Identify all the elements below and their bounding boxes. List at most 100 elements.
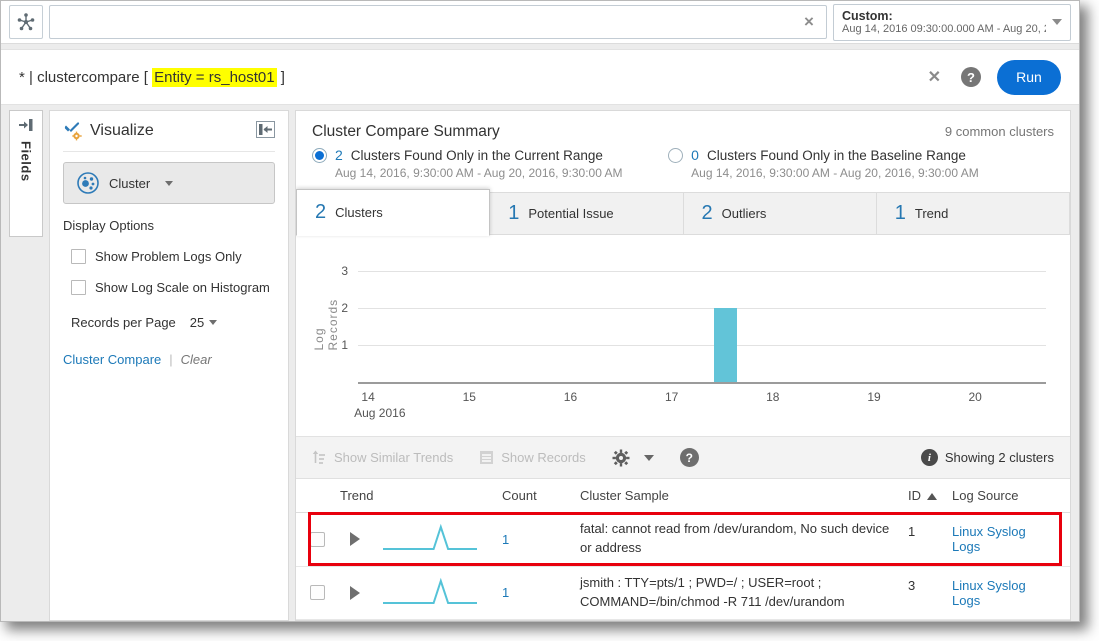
query-clear-icon[interactable]: ✕ — [928, 67, 941, 87]
table-header: Trend Count Cluster Sample ID Log Source — [296, 479, 1070, 513]
sort-trend-icon — [312, 450, 327, 465]
source-column-header[interactable]: Log Source — [940, 488, 1056, 503]
tab-label: Trend — [915, 206, 948, 221]
chevron-down-icon — [209, 320, 217, 325]
clear-link[interactable]: Clear — [181, 352, 212, 367]
count-link[interactable]: 1 — [502, 585, 509, 600]
expand-row-icon[interactable] — [350, 586, 360, 600]
results-toolbar: Show Similar Trends Show Records — [296, 436, 1070, 479]
baseline-range-dates: Aug 14, 2016, 9:30:00 AM - Aug 20, 2016,… — [691, 166, 1024, 180]
tab-label: Clusters — [335, 205, 383, 220]
checkbox-label: Show Problem Logs Only — [95, 249, 242, 264]
row-checkbox[interactable] — [310, 532, 325, 547]
log-source-link[interactable]: Linux Syslog Logs — [952, 578, 1026, 608]
app-window: × Custom: Aug 14, 2016 09:30:00.000 AM -… — [0, 0, 1080, 622]
display-options-label: Display Options — [63, 218, 275, 233]
sort-ascending-icon — [927, 493, 937, 500]
log-records-chart: 123Log Records14Aug 2016151617181920 — [310, 248, 1052, 426]
search-clear-icon[interactable]: × — [799, 12, 819, 32]
checkbox-icon — [71, 249, 86, 264]
fields-panel-tab[interactable]: Fields — [9, 110, 43, 237]
panel-collapse-icon — [256, 121, 275, 138]
count-column-header[interactable]: Count — [486, 488, 564, 503]
x-tick-label: 20 — [968, 390, 981, 404]
visualize-header: Visualize — [63, 121, 275, 152]
cluster-row: 1 fatal: cannot read from /dev/urandom, … — [296, 513, 1070, 567]
tab-label: Potential Issue — [528, 206, 613, 221]
query-prefix: * | clustercompare [ — [19, 69, 152, 86]
current-range-label: Clusters Found Only in the Current Range — [351, 148, 603, 163]
summary-header: Cluster Compare Summary 9 common cluster… — [296, 111, 1070, 143]
current-range-option: 2 Clusters Found Only in the Current Ran… — [312, 147, 668, 180]
cluster-sample-text: jsmith : TTY=pts/1 ; PWD=/ ; USER=root ;… — [564, 574, 894, 612]
show-similar-trends-button[interactable]: Show Similar Trends — [312, 450, 453, 465]
result-tabs: 2 Clusters 1 Potential Issue 2 Outliers … — [296, 192, 1070, 236]
query-bar: * | clustercompare [ Entity = rs_host01 … — [1, 49, 1079, 105]
y-tick-label: 3 — [341, 264, 348, 278]
tab-clusters[interactable]: 2 Clusters — [296, 189, 490, 236]
id-column-header[interactable]: ID — [894, 488, 940, 503]
radio-unselected-icon — [668, 148, 683, 163]
gridline — [358, 271, 1046, 272]
x-axis-sublabel: Aug 2016 — [354, 406, 405, 420]
baseline-range-label: Clusters Found Only in the Baseline Rang… — [707, 148, 966, 163]
chart-type-label: Cluster — [109, 176, 150, 191]
count-link[interactable]: 1 — [502, 532, 509, 547]
log-source-link[interactable]: Linux Syslog Logs — [952, 524, 1026, 554]
current-range-count: 2 — [335, 147, 343, 163]
histogram-bar[interactable] — [714, 308, 737, 382]
row-checkbox[interactable] — [310, 585, 325, 600]
tab-count: 2 — [315, 201, 326, 224]
fields-panel-label: Fields — [19, 141, 34, 182]
trend-sparkline — [382, 577, 478, 609]
expand-row-icon[interactable] — [350, 532, 360, 546]
visualize-tools-icon — [63, 121, 83, 141]
chart-type-dropdown[interactable]: Cluster — [63, 162, 275, 204]
query-help-icon[interactable]: ? — [961, 67, 981, 87]
cluster-network-icon[interactable] — [9, 5, 43, 39]
gridline — [358, 345, 1046, 346]
records-list-icon — [479, 450, 494, 465]
show-log-scale-checkbox[interactable]: Show Log Scale on Histogram — [71, 280, 275, 295]
show-records-button[interactable]: Show Records — [479, 450, 586, 465]
time-range-picker[interactable]: Custom: Aug 14, 2016 09:30:00.000 AM - A… — [833, 4, 1071, 41]
visualize-sidebar: Visualize — [49, 110, 289, 621]
table-help-icon[interactable]: ? — [680, 448, 699, 467]
x-tick-label: 17 — [665, 390, 678, 404]
tab-potential-issue[interactable]: 1 Potential Issue — [490, 192, 683, 235]
info-icon: i — [921, 449, 938, 466]
current-range-radio[interactable]: 2 Clusters Found Only in the Current Ran… — [312, 147, 668, 163]
search-input[interactable] — [49, 5, 827, 39]
settings-dropdown-button[interactable] — [612, 449, 654, 467]
tab-trend[interactable]: 1 Trend — [877, 192, 1070, 235]
chevron-down-icon — [644, 455, 654, 461]
show-problem-logs-checkbox[interactable]: Show Problem Logs Only — [71, 249, 275, 264]
baseline-range-count: 0 — [691, 147, 699, 163]
tab-outliers[interactable]: 2 Outliers — [684, 192, 877, 235]
chart-plot: 123Log Records14Aug 2016151617181920 — [358, 256, 1046, 384]
baseline-range-radio[interactable]: 0 Clusters Found Only in the Baseline Ra… — [668, 147, 1024, 163]
top-bar: × Custom: Aug 14, 2016 09:30:00.000 AM -… — [1, 1, 1079, 44]
panel-collapse-button[interactable] — [256, 121, 275, 141]
visualize-title: Visualize — [90, 122, 249, 140]
left-rail: Fields — [9, 110, 43, 621]
checkbox-icon — [71, 280, 86, 295]
range-options: 2 Clusters Found Only in the Current Ran… — [296, 143, 1070, 180]
cluster-network-icon-glyph — [16, 12, 36, 32]
chevron-down-icon — [1052, 19, 1062, 25]
x-tick-label: 19 — [867, 390, 880, 404]
y-tick-label: 1 — [341, 338, 348, 352]
records-per-page-dropdown[interactable]: 25 — [190, 315, 217, 330]
radio-selected-icon — [312, 148, 327, 163]
tab-count: 1 — [508, 202, 519, 225]
trend-column-header[interactable]: Trend — [340, 488, 486, 503]
cluster-compare-link[interactable]: Cluster Compare — [63, 352, 161, 367]
trend-sparkline — [382, 523, 478, 555]
cluster-chart-icon — [76, 171, 100, 195]
query-input[interactable]: * | clustercompare [ Entity = rs_host01 … — [19, 69, 928, 86]
content-area: Fields Visualize — [1, 105, 1079, 621]
sample-column-header[interactable]: Cluster Sample — [564, 488, 894, 503]
time-range-label: Custom: — [842, 9, 1046, 23]
run-button[interactable]: Run — [997, 60, 1061, 95]
x-tick-label: 16 — [564, 390, 577, 404]
